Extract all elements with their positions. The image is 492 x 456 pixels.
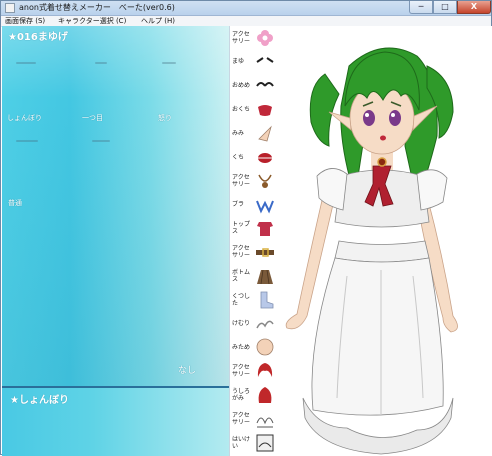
- maximize-button[interactable]: □: [433, 1, 457, 14]
- option-thumbnail: [162, 62, 176, 64]
- category-tab-label: くち: [232, 153, 245, 161]
- category-tab[interactable]: アクセサリー: [230, 407, 278, 431]
- options-list: ★016まゆげ しょんぼり 一つ目 怒り 普通 なし: [2, 26, 229, 386]
- necklace-icon: [258, 174, 272, 188]
- category-tab-label: くつした: [232, 292, 251, 307]
- head-icon: [256, 338, 274, 356]
- character-preview: [277, 26, 492, 456]
- category-tab[interactable]: トップス: [230, 216, 278, 240]
- category-tab-label: アクセ サリー: [232, 245, 251, 260]
- category-tab[interactable]: みみ: [230, 121, 278, 145]
- character-illustration: [285, 47, 458, 455]
- option-futsuu[interactable]: 普通: [8, 198, 22, 208]
- right-eye: [389, 110, 401, 126]
- category-tab-label: おくち: [232, 105, 251, 113]
- socks-icon: [260, 291, 274, 309]
- option-thumbnail: [92, 140, 110, 142]
- apron-skirt: [311, 257, 444, 416]
- mouth-icon: [258, 105, 272, 117]
- category-tab[interactable]: おめめ: [230, 74, 278, 98]
- selected-item-title: ★しょんぼり: [10, 395, 69, 406]
- category-tab-label: アクセサリー: [232, 411, 251, 426]
- category-tab[interactable]: けむり: [230, 312, 278, 336]
- minimize-button[interactable]: ─: [409, 1, 433, 14]
- selected-item-panel: ★しょんぼり: [2, 388, 229, 456]
- category-tab-label: みみ: [232, 129, 245, 137]
- background-icon: [256, 434, 274, 452]
- left-eye-highlight: [365, 113, 369, 117]
- category-tab[interactable]: くち: [230, 145, 278, 169]
- category-tab[interactable]: ボトムス: [230, 264, 278, 288]
- part-title: ★016まゆげ: [8, 32, 68, 43]
- category-tab[interactable]: くつした: [230, 288, 278, 312]
- close-button[interactable]: X: [457, 1, 491, 14]
- option-none[interactable]: なし: [178, 363, 196, 376]
- scribble-icon: [256, 417, 274, 428]
- skirt-icon: [257, 269, 273, 285]
- option-thumbnail: [16, 140, 38, 142]
- hair-icon: [257, 363, 273, 378]
- category-tab[interactable]: まゆ: [230, 50, 278, 74]
- menu-help[interactable]: ヘルプ (H): [141, 16, 175, 26]
- eyebrow-icon: [256, 56, 274, 63]
- option-thumbnail: [95, 62, 107, 64]
- category-tab[interactable]: アクセ サリー: [230, 169, 278, 193]
- left-pigtail: [309, 73, 340, 147]
- right-frill: [416, 169, 448, 211]
- category-tab[interactable]: アクセ サリー: [230, 26, 278, 50]
- category-tab-label: はいけい: [232, 435, 251, 450]
- brooch: [377, 157, 387, 167]
- mouth: [380, 135, 386, 141]
- category-tab[interactable]: ブラ: [230, 193, 278, 217]
- category-tab-label: アクセ サリー: [232, 31, 251, 45]
- window-title: anon式着せ替えメーカー べーた(ver0.6): [19, 3, 175, 12]
- bra-icon: [256, 200, 274, 214]
- category-tab[interactable]: うしろ がみ: [230, 383, 278, 407]
- category-tab[interactable]: みため: [230, 335, 278, 359]
- ear-icon: [258, 125, 272, 142]
- category-tab-label: みため: [232, 343, 251, 351]
- app-icon: [5, 3, 15, 13]
- category-tab-label: まゆ: [232, 58, 245, 66]
- category-tab-label: うしろ がみ: [232, 388, 251, 402]
- lips-icon: [258, 153, 272, 163]
- parts-panel: ★016まゆげ しょんぼり 一つ目 怒り 普通 なし ★しょんぼり: [2, 26, 229, 456]
- flower-icon: [257, 30, 273, 46]
- category-tab-label: アクセ サリー: [232, 173, 251, 188]
- menu-save-screen[interactable]: 画面保存 (S): [5, 16, 45, 26]
- category-tab-label: トップス: [232, 221, 251, 236]
- option-ikari[interactable]: 怒り: [158, 113, 172, 123]
- category-tab[interactable]: はいけい: [230, 431, 278, 455]
- top-icon: [257, 222, 273, 237]
- option-thumbnail: [16, 62, 36, 64]
- right-eye-highlight: [391, 113, 395, 117]
- category-tab[interactable]: おくち: [230, 97, 278, 121]
- left-eye: [363, 110, 375, 126]
- belt-icon: [256, 248, 274, 257]
- category-tabs: アクセ サリー まゆ おめめ おくち みみ くち アクセ サリー ブラ トップス アクセ サリーボ…: [229, 26, 278, 456]
- option-hitotsume[interactable]: 一つ目: [82, 113, 103, 123]
- category-tab[interactable]: アクセサリー: [230, 359, 278, 383]
- apron-waist: [334, 240, 430, 263]
- category-tab-label: アクセサリー: [232, 364, 251, 379]
- option-shonbori[interactable]: しょんぼり: [7, 113, 42, 123]
- app-window: anon式着せ替えメーカー べーた(ver0.6) ─ □ X 画面保存 (S)…: [0, 0, 492, 456]
- title-bar[interactable]: anon式着せ替えメーカー べーた(ver0.6) ─ □ X: [1, 1, 491, 16]
- category-tab-label: ブラ: [232, 201, 245, 209]
- category-tab[interactable]: アクセ サリー: [230, 240, 278, 264]
- menu-character-select[interactable]: キャラクター選択 (C): [58, 16, 126, 26]
- back-hair-icon: [258, 387, 272, 403]
- category-tab-label: ボトムス: [232, 269, 251, 283]
- category-tab-label: けむり: [232, 320, 251, 328]
- smoke-icon: [256, 320, 274, 328]
- category-tab-label: おめめ: [232, 82, 251, 90]
- eye-icon: [256, 81, 274, 87]
